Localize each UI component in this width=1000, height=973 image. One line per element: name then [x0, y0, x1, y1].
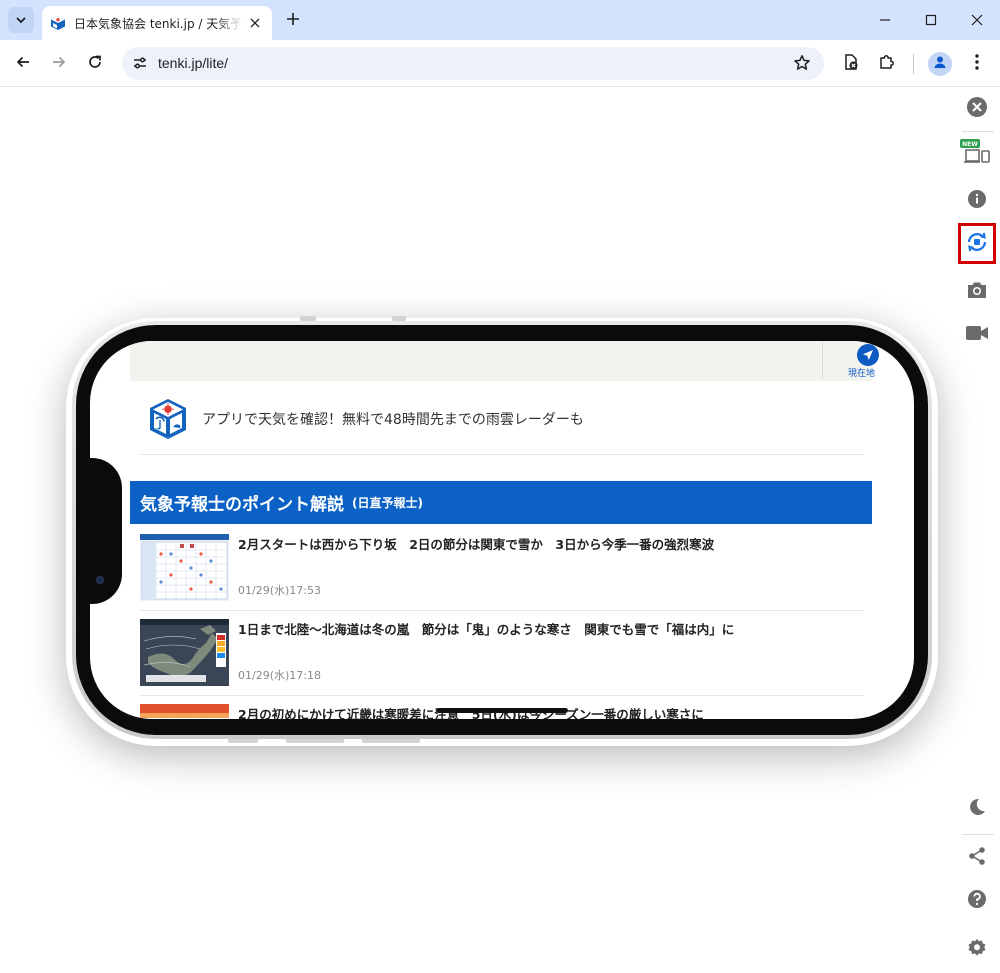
section-subtitle[interactable]: (日直予報士)	[352, 494, 423, 511]
bookmark-star-icon[interactable]	[792, 53, 812, 73]
browser-tab[interactable]: 日本気象協会 tenki.jp / 天気予報	[42, 6, 272, 40]
header-divider	[822, 341, 823, 379]
tab-search-button[interactable]	[8, 7, 34, 33]
app-banner[interactable]: アプリで天気を確認！無料で48時間先までの雨雲レーダーも	[140, 383, 864, 455]
tenki-app-logo	[148, 397, 188, 441]
help-button[interactable]	[965, 889, 989, 913]
arrow-left-icon	[15, 54, 31, 74]
device-new-icon: NEW	[960, 139, 992, 169]
screenshot-button[interactable]	[965, 280, 989, 304]
header-bar: 現在地	[130, 341, 879, 381]
site-info-icon[interactable]	[130, 53, 150, 73]
help-icon	[967, 889, 987, 913]
arrow-right-icon	[51, 54, 67, 74]
profile-avatar[interactable]	[928, 52, 952, 76]
emulator-side-panel: NEW	[952, 88, 1000, 973]
video-icon	[966, 325, 988, 345]
device-notch	[90, 458, 122, 604]
window-close-button[interactable]	[954, 0, 1000, 40]
settings-icon	[967, 938, 987, 962]
dark-mode-icon	[967, 797, 987, 821]
section-title: 気象予報士のポイント解説	[140, 495, 344, 515]
camera-icon	[967, 281, 987, 303]
article-title[interactable]: 1日まで北陸～北海道は冬の嵐 節分は「鬼」のような寒さ 関東でも雪で「福は内」に	[238, 619, 734, 638]
reload-icon	[87, 54, 103, 74]
info-icon	[967, 189, 987, 213]
article-item[interactable]: 2月スタートは西から下り坂 2日の節分は関東で雪か 3日から今季一番の強烈寒波 …	[140, 526, 864, 611]
kebab-menu-icon	[974, 53, 980, 75]
address-bar[interactable]: tenki.jp/lite/	[122, 47, 824, 80]
maximize-button[interactable]	[908, 0, 954, 40]
svg-text:NEW: NEW	[962, 141, 978, 148]
tenki-favicon-icon	[50, 15, 66, 31]
panel-divider	[962, 131, 994, 132]
article-date: 01/29(水)17:18	[238, 669, 321, 682]
rotate-highlight-box	[958, 223, 996, 264]
info-button[interactable]	[965, 189, 989, 213]
dark-mode-button[interactable]	[965, 797, 989, 821]
minimize-button[interactable]	[862, 0, 908, 40]
current-location-label[interactable]: 現在地	[848, 366, 875, 379]
maximize-icon	[925, 11, 937, 30]
record-button[interactable]	[965, 323, 989, 347]
plus-icon	[286, 11, 300, 30]
browser-menu-button[interactable]	[963, 50, 991, 78]
device-select-button[interactable]: NEW	[960, 139, 992, 169]
forward-button[interactable]	[45, 50, 73, 78]
puzzle-icon	[878, 53, 896, 75]
settings-button[interactable]	[965, 938, 989, 962]
article-thumbnail	[140, 619, 229, 686]
article-item[interactable]: 1日まで北陸～北海道は冬の嵐 節分は「鬼」のような寒さ 関東でも雪で「福は内」に…	[140, 611, 864, 696]
title-bar: 日本気象協会 tenki.jp / 天気予報	[0, 0, 1000, 40]
url-text: tenki.jp/lite/	[158, 55, 229, 71]
chevron-down-icon	[15, 11, 27, 30]
article-title[interactable]: 2月スタートは西から下り坂 2日の節分は関東で雪か 3日から今季一番の強烈寒波	[238, 534, 714, 553]
new-tab-button[interactable]	[282, 9, 304, 31]
forecaster-section-header: 気象予報士のポイント解説 (日直予報士)	[130, 481, 872, 524]
article-thumbnail	[140, 704, 229, 719]
minimize-icon	[879, 11, 891, 30]
back-button[interactable]	[9, 50, 37, 78]
extension-button[interactable]	[837, 50, 865, 78]
device-screen: 現在地 アプリで天気を確認！無料で48時間先までの雨雲レーダーも 気象予報士のポ…	[90, 341, 914, 719]
home-indicator[interactable]	[436, 708, 568, 713]
share-icon	[967, 846, 987, 870]
app-banner-text: アプリで天気を確認！無料で48時間先までの雨雲レーダーも	[202, 412, 584, 428]
close-window-icon	[971, 11, 983, 30]
extension-blocked-icon	[842, 53, 860, 75]
article-date: 01/29(水)17:53	[238, 584, 321, 597]
tab-title: 日本気象協会 tenki.jp / 天気予報	[74, 16, 242, 31]
extensions-menu-button[interactable]	[873, 50, 901, 78]
current-location-icon[interactable]	[857, 344, 879, 366]
article-thumbnail	[140, 534, 229, 601]
share-button[interactable]	[965, 846, 989, 870]
person-icon	[932, 54, 948, 74]
tab-close-icon[interactable]	[246, 14, 264, 32]
browser-toolbar: tenki.jp/lite/	[0, 40, 1000, 87]
reload-button[interactable]	[81, 50, 109, 78]
close-panel-button[interactable]	[965, 97, 989, 121]
front-camera-icon	[96, 576, 104, 584]
toolbar-separator	[913, 54, 914, 74]
close-icon	[966, 96, 988, 122]
panel-divider	[962, 834, 994, 835]
